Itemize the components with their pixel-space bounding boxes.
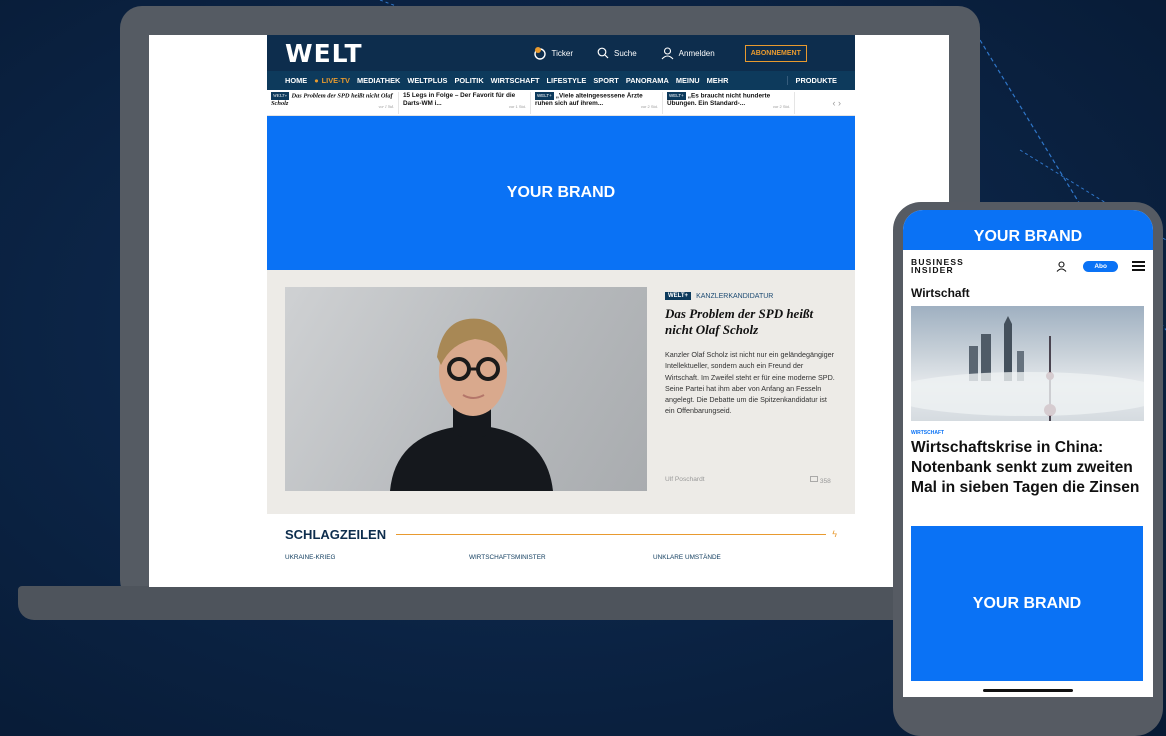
feature-author[interactable]: Ulf Poschardt (665, 476, 705, 483)
news-time: vor 2 Std. (640, 103, 658, 109)
news-ticker-arrows[interactable]: ‹ › (833, 98, 842, 108)
category-label[interactable]: UKRAINE-KRIEG (285, 554, 469, 561)
subscribe-button[interactable]: ABONNEMENT (744, 44, 807, 62)
comments-count[interactable]: 358 (810, 476, 831, 485)
business-insider-header: BUSINESS INSIDER Abo (903, 250, 1153, 282)
welt-topbar: WELT Ticker Suche Anmelden ABONNEMENT (267, 35, 855, 71)
article-image[interactable] (911, 306, 1144, 421)
login-button[interactable]: Anmelden (661, 46, 715, 60)
weltplus-badge: WELT+ (271, 91, 290, 100)
nav-panorama[interactable]: PANORAMA (626, 76, 669, 85)
category-label[interactable]: UNKLARE UMSTÄNDE (653, 554, 837, 561)
weltplus-badge: WELT+ (667, 91, 686, 100)
news-item[interactable]: WELT+ „Es braucht nicht hunderte Übungen.… (663, 91, 795, 114)
nav-lifestyle[interactable]: LIFESTYLE (547, 76, 587, 85)
schlagzeilen-title: SCHLAGZEILEN (285, 526, 387, 542)
comments-value: 358 (819, 478, 831, 485)
news-time: vor 2 Std. (772, 103, 790, 109)
news-item[interactable]: 15 Legs in Folge – Der Favorit für die D… (399, 91, 531, 114)
lightning-icon: ϟ (832, 529, 837, 539)
abo-button[interactable]: Abo (1083, 260, 1118, 272)
nav-produkte[interactable]: PRODUKTE (786, 76, 837, 85)
search-button[interactable]: Suche (597, 47, 637, 59)
brand-banner-desktop[interactable]: YOUR BRAND (267, 116, 855, 270)
nav-mehr[interactable]: MEHR (707, 76, 729, 85)
welt-website: WELT Ticker Suche Anmelden ABONNEMENT HO… (267, 35, 855, 587)
brand-banner-mobile-top[interactable]: YOUR BRAND (903, 210, 1153, 250)
feature-kicker: WELT+ KANZLERKANDIDATUR (665, 292, 837, 300)
nav-live-tv[interactable]: LIVE-TV (314, 76, 350, 85)
home-indicator[interactable] (983, 689, 1073, 692)
news-ticker-bar: WELT+ Das Problem der SPD heißt nicht Ola… (267, 90, 855, 116)
feature-text: WELT+ KANZLERKANDIDATUR Das Problem der … (665, 292, 837, 417)
ticker-button[interactable]: Ticker (533, 46, 573, 60)
ticker-label: Ticker (551, 48, 573, 58)
skyline-image (911, 316, 1144, 421)
nav-sport[interactable]: SPORT (593, 76, 618, 85)
weltplus-badge: WELT+ (665, 292, 692, 300)
news-time: vor 1 Std. (378, 103, 394, 109)
comment-icon (810, 476, 818, 482)
feature-teaser: Kanzler Olaf Scholz ist nicht nur ein ge… (665, 350, 835, 416)
laptop-screen: WELT Ticker Suche Anmelden ABONNEMENT HO… (149, 35, 949, 587)
business-insider-logo[interactable]: BUSINESS INSIDER (911, 258, 964, 275)
phone-screen: YOUR BRAND BUSINESS INSIDER Abo Wirtscha… (903, 210, 1153, 697)
user-icon (661, 46, 674, 59)
feature-kicker-label: KANZLERKANDIDATUR (696, 292, 774, 300)
schlagzeilen-categories: UKRAINE-KRIEG WIRTSCHAFTSMINISTER UNKLAR… (267, 554, 855, 561)
portrait-image (390, 318, 553, 491)
article-kicker: WIRTSCHAFT (911, 430, 945, 436)
news-item[interactable]: WELT+ Das Problem der SPD heißt nicht Ola… (267, 91, 399, 114)
nav-home[interactable]: HOME (285, 76, 307, 85)
nav-politik[interactable]: POLITIK (455, 76, 484, 85)
news-item[interactable]: WELT+ „Viele alteingesessene Ärzte ruhen … (531, 91, 663, 114)
feature-headline[interactable]: Das Problem der SPD heißt nicht Olaf Sch… (665, 306, 837, 338)
schlagzeilen-header: SCHLAGZEILEN ϟ (267, 514, 855, 554)
brand-banner-mobile-bottom[interactable]: YOUR BRAND (911, 526, 1143, 681)
logo-line: INSIDER (911, 265, 954, 275)
smartphone: YOUR BRAND BUSINESS INSIDER Abo Wirtscha… (893, 202, 1163, 736)
menu-icon[interactable] (1132, 258, 1145, 273)
news-time: vor 1 Std. (508, 103, 526, 109)
search-icon (597, 47, 609, 59)
welt-main-nav: HOME LIVE-TV MEDIATHEK WELTPLUS POLITIK … (267, 71, 855, 90)
section-title[interactable]: Wirtschaft (903, 282, 1153, 300)
login-label: Anmelden (678, 48, 715, 58)
nav-mediathek[interactable]: MEDIATHEK (357, 76, 400, 85)
divider (396, 533, 827, 535)
nav-meinung[interactable]: MEINU (676, 76, 700, 85)
search-label: Suche (613, 48, 637, 58)
user-icon[interactable] (1056, 260, 1067, 272)
feature-article: WELT+ KANZLERKANDIDATUR Das Problem der … (267, 270, 855, 514)
nav-wirtschaft[interactable]: WIRTSCHAFT (491, 76, 540, 85)
news-title: 15 Legs in Folge – Der Favorit für die D… (403, 91, 516, 107)
welt-logo[interactable]: WELT (285, 39, 363, 68)
feature-photo[interactable] (285, 287, 647, 491)
weltplus-badge: WELT+ (535, 91, 554, 100)
nav-weltplus[interactable]: WELTPLUS (407, 76, 447, 85)
ticker-icon (533, 47, 546, 60)
article-headline[interactable]: Wirtschaftskrise in China: Notenbank sen… (903, 436, 1153, 498)
category-label[interactable]: WIRTSCHAFTSMINISTER (469, 554, 653, 561)
